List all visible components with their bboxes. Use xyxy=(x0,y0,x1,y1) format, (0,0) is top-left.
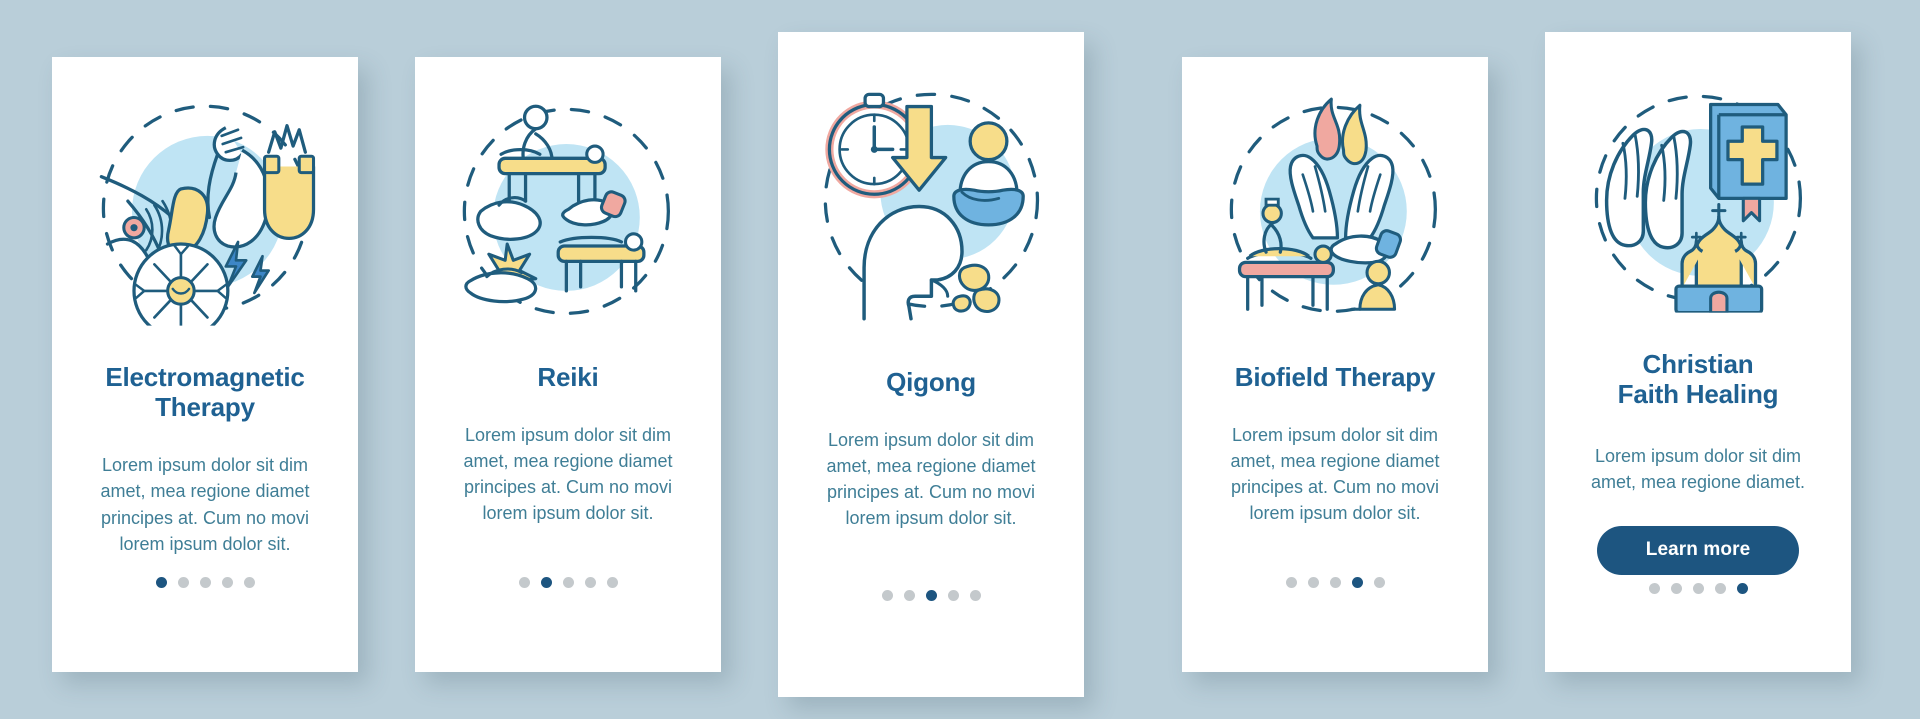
biofield-therapy-illustration xyxy=(1182,81,1488,336)
pagination-dot[interactable] xyxy=(1648,583,1660,594)
pagination-dot[interactable] xyxy=(1670,583,1682,594)
pagination-dot[interactable] xyxy=(881,590,893,601)
pagination-dot-active[interactable] xyxy=(155,577,167,588)
onboarding-card[interactable]: Qigong Lorem ipsum dolor sit dim amet, me… xyxy=(778,32,1084,697)
pagination-dot[interactable] xyxy=(947,590,959,601)
qigong-illustration xyxy=(778,68,1084,333)
card-description: Lorem ipsum dolor sit dim amet, mea regi… xyxy=(463,425,673,524)
christian-faith-healing-illustration xyxy=(1545,68,1851,323)
card-description: Lorem ipsum dolor sit dim amet, mea regi… xyxy=(1590,446,1806,493)
card-title: Electromagnetic Therapy xyxy=(83,362,326,422)
pagination-dot[interactable] xyxy=(177,577,189,588)
pagination-dot[interactable] xyxy=(243,577,255,588)
pagination-dot[interactable] xyxy=(1373,577,1385,588)
card-title: Qigong xyxy=(886,367,976,397)
pagination-dot[interactable] xyxy=(1307,577,1319,588)
pagination-dots xyxy=(1648,583,1748,594)
pagination-dot[interactable] xyxy=(199,577,211,588)
card-title-line: Christian xyxy=(1642,349,1754,379)
pagination-dots xyxy=(155,577,255,588)
card-title-line: Faith Healing xyxy=(1617,379,1779,410)
pagination-dot-active[interactable] xyxy=(1736,583,1748,594)
card-description: Lorem ipsum dolor sit dim amet, mea regi… xyxy=(100,455,310,554)
pagination-dot[interactable] xyxy=(1692,583,1704,594)
pagination-dots xyxy=(881,590,981,601)
pagination-dot[interactable] xyxy=(1329,577,1341,588)
pagination-dot[interactable] xyxy=(221,577,233,588)
pagination-dot-active[interactable] xyxy=(540,577,552,588)
pagination-dot[interactable] xyxy=(1285,577,1297,588)
onboarding-screens-stage: Electromagnetic Therapy Lorem ipsum dolor … xyxy=(0,0,1920,719)
reiki-illustration xyxy=(415,81,721,336)
onboarding-card[interactable]: Biofield Therapy Lorem ipsum dolor sit di… xyxy=(1182,57,1488,672)
pagination-dots xyxy=(1285,577,1385,588)
pagination-dot[interactable] xyxy=(606,577,618,588)
onboarding-card[interactable]: Electromagnetic Therapy Lorem ipsum dolor … xyxy=(52,57,358,672)
pagination-dot[interactable] xyxy=(562,577,574,588)
card-title-line: Electromagnetic xyxy=(105,362,305,392)
pagination-dot[interactable] xyxy=(584,577,596,588)
onboarding-card[interactable]: Christian Faith Healing Lorem ipsum dolor … xyxy=(1545,32,1851,672)
learn-more-button[interactable]: Learn more xyxy=(1597,525,1799,575)
card-title: Christian Faith Healing xyxy=(1596,349,1801,409)
onboarding-card[interactable]: Reiki Lorem ipsum dolor sit dim amet, mea… xyxy=(415,57,721,672)
pagination-dot[interactable] xyxy=(969,590,981,601)
card-description: Lorem ipsum dolor sit dim amet, mea regi… xyxy=(826,430,1036,529)
pagination-dot[interactable] xyxy=(903,590,915,601)
electromagnetic-therapy-illustration xyxy=(52,81,358,336)
card-title: Biofield Therapy xyxy=(1234,362,1436,392)
card-title-line: Therapy xyxy=(155,392,255,423)
pagination-dot-active[interactable] xyxy=(1351,577,1363,588)
card-title: Reiki xyxy=(537,362,599,392)
pagination-dot[interactable] xyxy=(1714,583,1726,594)
card-description: Lorem ipsum dolor sit dim amet, mea regi… xyxy=(1230,425,1440,524)
pagination-dot-active[interactable] xyxy=(925,590,937,601)
pagination-dot[interactable] xyxy=(518,577,530,588)
pagination-dots xyxy=(518,577,618,588)
